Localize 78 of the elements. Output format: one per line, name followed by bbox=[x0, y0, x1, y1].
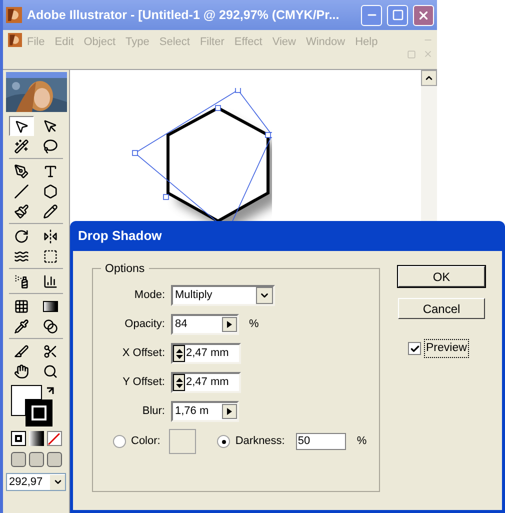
close-button[interactable] bbox=[413, 4, 434, 26]
dialog-button[interactable]: OK bbox=[398, 266, 485, 287]
dialog-title: Drop Shadow bbox=[78, 227, 162, 246]
spinner-field[interactable]: 2,47 mm bbox=[171, 372, 241, 393]
darkness-field[interactable]: 50 bbox=[296, 433, 346, 450]
hexagon-icon bbox=[43, 184, 58, 198]
gradient-mode-icon[interactable] bbox=[28, 431, 44, 446]
unit-label: % bbox=[356, 434, 367, 450]
spray-can-icon bbox=[14, 274, 29, 288]
reflect-icon bbox=[43, 228, 58, 244]
screen-mode-icon[interactable] bbox=[46, 452, 62, 467]
dialog-button[interactable]: Cancel bbox=[398, 298, 485, 319]
hand-icon bbox=[14, 364, 29, 378]
fill-swatch[interactable] bbox=[11, 385, 42, 416]
dashed-square-icon bbox=[43, 248, 58, 264]
menu-item[interactable]: Effect bbox=[229, 32, 268, 52]
checkbox-label: Preview bbox=[424, 339, 469, 358]
letter-icon bbox=[43, 164, 58, 178]
menu-item[interactable]: Window bbox=[300, 32, 350, 52]
app-icon bbox=[8, 33, 22, 47]
pen-icon bbox=[14, 164, 29, 178]
radio-label: Color: bbox=[131, 434, 160, 450]
maximize-icon bbox=[392, 9, 404, 21]
gradient-icon bbox=[43, 300, 58, 312]
radio-button[interactable] bbox=[217, 435, 230, 448]
screen-mode-icon[interactable] bbox=[28, 452, 44, 467]
eyedropper-icon bbox=[14, 318, 29, 334]
field-label: Blur: bbox=[141, 404, 166, 420]
menu-item[interactable]: Object bbox=[78, 32, 120, 52]
menu-item[interactable]: Filter bbox=[194, 32, 230, 52]
scroll-up-button[interactable] bbox=[421, 70, 437, 86]
wand-icon bbox=[14, 138, 29, 154]
spinner-field[interactable]: 2,47 mm bbox=[171, 343, 241, 364]
none-mode-icon[interactable] bbox=[46, 431, 62, 446]
zoom-icon bbox=[43, 364, 58, 378]
arrow-icon bbox=[14, 118, 29, 134]
value-field[interactable]: 84 bbox=[171, 314, 239, 335]
close-icon bbox=[417, 8, 430, 22]
field-label: Y Offset: bbox=[122, 375, 166, 390]
color-mode-icon[interactable] bbox=[10, 431, 26, 446]
maximize-button[interactable] bbox=[387, 4, 408, 26]
app-icon bbox=[6, 7, 22, 23]
menu-item[interactable]: View bbox=[267, 32, 301, 52]
menu-item[interactable]: Help bbox=[350, 32, 383, 52]
pointer-icon bbox=[43, 118, 58, 134]
radio-label: Darkness: bbox=[235, 434, 285, 450]
zoom-field[interactable]: 292,97 bbox=[6, 473, 66, 491]
spinner-arrows-icon bbox=[173, 345, 185, 362]
brush-icon bbox=[14, 204, 29, 218]
knife-icon bbox=[14, 344, 29, 358]
rotate-icon bbox=[14, 228, 29, 244]
radio-button[interactable] bbox=[113, 435, 126, 448]
field-label: Opacity: bbox=[124, 317, 166, 332]
menu-item[interactable]: Edit bbox=[50, 32, 79, 52]
preview-checkbox[interactable] bbox=[408, 342, 421, 356]
wave-icon bbox=[14, 248, 29, 264]
color-swatch[interactable] bbox=[169, 429, 196, 454]
window-title: Adobe Illustrator - [Untitled-1 @ 292,97% (CMYK/Pr... bbox=[27, 6, 340, 24]
stroke-swatch[interactable] bbox=[26, 400, 52, 426]
spinner-arrows-icon bbox=[173, 374, 185, 391]
menu-item[interactable]: Select bbox=[154, 32, 195, 52]
tool-button[interactable] bbox=[9, 116, 34, 136]
mode-select[interactable]: Multiply bbox=[171, 285, 275, 306]
line-icon bbox=[14, 184, 29, 198]
scissors-icon bbox=[43, 344, 58, 358]
unit-label: % bbox=[249, 317, 259, 332]
screen-mode-icon[interactable] bbox=[10, 452, 26, 467]
lasso-icon bbox=[43, 138, 58, 154]
value-field[interactable]: 1,76 m bbox=[171, 401, 239, 422]
bar-chart-icon bbox=[43, 274, 58, 288]
field-label: X Offset: bbox=[121, 346, 166, 362]
menu-item[interactable]: Type bbox=[120, 32, 154, 52]
minimize-button[interactable] bbox=[361, 4, 382, 26]
pencil-icon bbox=[43, 204, 58, 218]
menu-item[interactable]: File bbox=[22, 32, 50, 52]
blend-icon bbox=[43, 318, 58, 334]
grid-icon bbox=[14, 298, 29, 314]
field-label: Mode: bbox=[133, 288, 166, 304]
